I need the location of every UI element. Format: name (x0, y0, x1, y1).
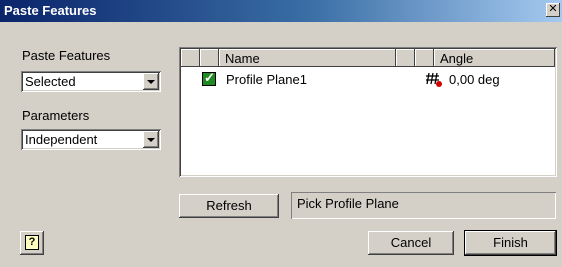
cancel-button[interactable]: Cancel (368, 231, 454, 255)
status-field: Pick Profile Plane (291, 192, 556, 219)
column-header-1[interactable] (181, 49, 200, 67)
checkbox-icon[interactable] (202, 70, 216, 86)
title-bar: Paste Features ✕ (0, 0, 562, 22)
feature-angle: 0,00 deg (449, 72, 500, 87)
paste-features-value: Selected (25, 74, 76, 89)
column-header-5[interactable] (415, 49, 434, 67)
parameters-select[interactable]: Independent (21, 129, 161, 150)
column-header-4[interactable] (396, 49, 415, 67)
column-header-name[interactable]: Name (219, 49, 396, 67)
paste-features-select[interactable]: Selected (21, 71, 161, 92)
list-item[interactable]: Profile Plane1 0,00 deg (181, 69, 555, 89)
finish-button[interactable]: Finish (465, 231, 556, 255)
feature-name: Profile Plane1 (226, 72, 307, 87)
column-header-2[interactable] (200, 49, 219, 67)
features-list[interactable]: Name Angle Profile Plane1 0,00 deg (179, 47, 557, 177)
help-button[interactable]: ? (20, 231, 44, 255)
parameters-value: Independent (25, 132, 98, 147)
paste-features-label: Paste Features (22, 48, 111, 63)
status-text: Pick Profile Plane (297, 196, 399, 211)
close-icon[interactable]: ✕ (546, 3, 560, 17)
parameters-label: Parameters (22, 108, 90, 123)
window-title: Paste Features (4, 3, 97, 18)
chevron-down-icon[interactable] (143, 131, 159, 148)
profile-plane-icon (426, 72, 442, 87)
chevron-down-icon[interactable] (143, 73, 159, 90)
help-icon: ? (25, 235, 39, 250)
refresh-button[interactable]: Refresh (179, 194, 279, 218)
column-header-angle[interactable]: Angle (434, 49, 555, 67)
